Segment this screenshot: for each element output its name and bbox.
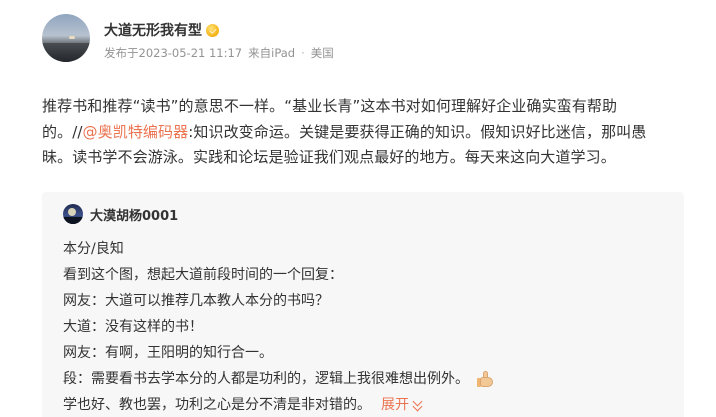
quoted-text-fragment: 学也好、教也罢，功利之心是分不清是非对错的。: [63, 397, 371, 413]
post-meta: 发布于2023-05-21 11:17 来自iPad · 美国: [104, 45, 334, 61]
post-source: 来自iPad: [248, 46, 296, 60]
quoted-text-line: 网友：有啊，王阳明的知行合一。: [63, 345, 273, 361]
quoted-text-line: 看到这个图，想起大道前段时间的一个回复：: [63, 267, 343, 283]
quoted-text-line: 学也好、教也罢，功利之心是分不清是非对错的。 展开: [63, 392, 663, 417]
author-avatar[interactable]: [42, 14, 90, 62]
quoted-author-avatar[interactable]: [63, 204, 83, 224]
quoted-text-line: 网友：大道可以推荐几本教人本分的书吗？: [63, 293, 329, 309]
post-text-line: 的。//@奥凯特编码器:知识改变命运。关键是要获得正确的知识。假知识好比迷信，那…: [42, 120, 682, 146]
quoted-text-line: 本分/良知: [63, 241, 124, 257]
post-text-line: 推荐书和推荐“读书”的意思不一样。“基业长青”这本书对如何理解好企业确实蛮有帮助: [42, 97, 618, 115]
author-name[interactable]: 大道无形我有型: [104, 20, 202, 40]
thumbs-up-icon: [477, 370, 496, 389]
double-chevron-down-icon: [412, 400, 424, 410]
expand-button[interactable]: 展开: [381, 392, 424, 417]
quoted-author-name[interactable]: 大漠胡杨0001: [90, 205, 178, 224]
post-body: 推荐书和推荐“读书”的意思不一样。“基业长青”这本书对如何理解好企业确实蛮有帮助…: [42, 94, 682, 171]
quoted-text-line: 大道：没有这样的书！: [63, 319, 203, 335]
meta-separator: ·: [301, 46, 305, 60]
author-line: 大道无形我有型: [104, 20, 219, 40]
quoted-author-line: 大漠胡杨0001: [63, 204, 178, 224]
vip-badge-icon: [206, 23, 219, 37]
post-text-fragment: :知识改变命运。关键是要获得正确的知识。假知识好比迷信，那叫愚: [188, 122, 647, 141]
publish-time[interactable]: 发布于2023-05-21 11:17: [104, 45, 242, 61]
quoted-post[interactable]: 大漠胡杨0001 本分/良知 看到这个图，想起大道前段时间的一个回复： 网友：大…: [42, 192, 684, 417]
expand-label: 展开: [381, 397, 409, 413]
post-location: 美国: [310, 46, 334, 60]
post-text-fragment: 的。//: [42, 122, 83, 141]
quoted-text-fragment: 段：需要看书去学本分的人都是功利的，逻辑上我很难想出例外。: [63, 371, 469, 387]
post-text-line: 昧。读书学不会游泳。实践和论坛是验证我们观点最好的地方。每天来这向大道学习。: [42, 148, 616, 166]
post-header: 大道无形我有型 发布于2023-05-21 11:17 来自iPad · 美国: [42, 14, 682, 62]
user-mention-link[interactable]: @奥凯特编码器: [83, 123, 189, 141]
quoted-text-line: 段：需要看书去学本分的人都是功利的，逻辑上我很难想出例外。: [63, 366, 663, 392]
quoted-text: 本分/良知 看到这个图，想起大道前段时间的一个回复： 网友：大道可以推荐几本教人…: [63, 236, 663, 417]
